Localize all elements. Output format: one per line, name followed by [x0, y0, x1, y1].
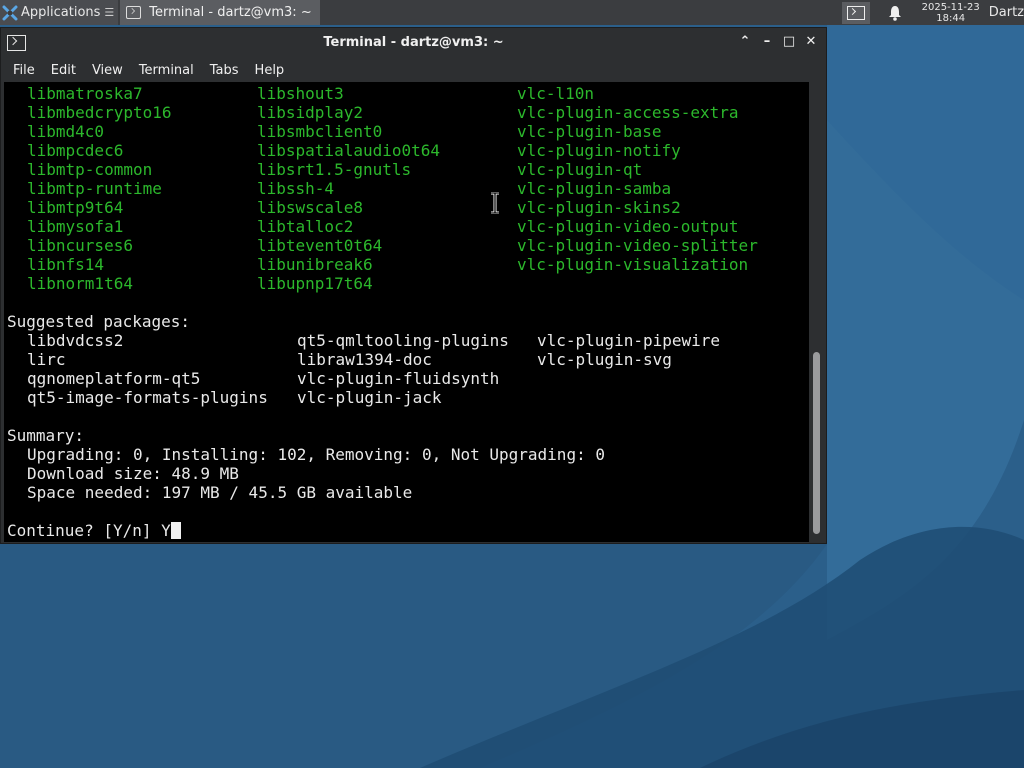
window-titlebar[interactable]: Terminal - dartz@vm3: ~ ⌃ – □ ✕ — [1, 28, 826, 58]
xfce-logo-icon — [2, 5, 18, 20]
applications-menu-button[interactable]: Applications ☰ — [0, 0, 119, 25]
terminal-cursor — [170, 522, 181, 539]
summary-line: Space needed: 197 MB / 45.5 GB available — [27, 483, 413, 502]
suggested-package: libdvdcss2 — [27, 331, 124, 350]
package-name: vlc-l10n — [517, 84, 595, 103]
package-name: vlc-plugin-base — [517, 122, 662, 141]
suggested-package: qt5-qmltooling-plugins — [297, 331, 509, 350]
package-name: libmtp9t64 — [27, 198, 124, 217]
terminal-output[interactable]: libmatroska7 libmbedcrypto16 libmd4c0 libmp… — [4, 82, 809, 542]
package-name: libmtp-runtime — [27, 179, 162, 198]
package-name: vlc-plugin-video-splitter — [517, 236, 758, 255]
menu-view[interactable]: View — [84, 63, 131, 78]
package-name: libtevent0t64 — [257, 236, 383, 255]
package-name: vlc-plugin-notify — [517, 141, 681, 160]
maximize-button[interactable]: □ — [782, 34, 796, 50]
package-name: vlc-plugin-access-extra — [517, 103, 739, 122]
menu-help[interactable]: Help — [247, 63, 293, 78]
suggested-package: vlc-plugin-fluidsynth — [297, 369, 500, 388]
scrollbar-thumb[interactable] — [813, 352, 820, 534]
package-name: vlc-plugin-visualization — [517, 255, 749, 274]
menu-tabs[interactable]: Tabs — [202, 63, 247, 78]
clock[interactable]: 2025-11-23 18:44 — [922, 2, 980, 24]
menu-terminal[interactable]: Terminal — [131, 63, 202, 78]
window-title: Terminal - dartz@vm3: ~ — [323, 35, 504, 50]
package-name: libupnp17t64 — [257, 274, 373, 293]
package-name: libmysofa1 — [27, 217, 124, 236]
package-name: libncurses6 — [27, 236, 133, 255]
package-name: libmbedcrypto16 — [27, 103, 172, 122]
package-name: libnfs14 — [27, 255, 105, 274]
window-shade-button[interactable]: ⌃ — [738, 34, 752, 50]
menu-separator-icon: ☰ — [104, 6, 115, 19]
continue-prompt: Continue? [Y/n] Y — [7, 521, 181, 540]
package-name: libunibreak6 — [257, 255, 373, 274]
menu-bar: File Edit View Terminal Tabs Help — [1, 58, 826, 82]
terminal-icon — [846, 5, 865, 20]
package-name: libsrt1.5-gnutls — [257, 160, 412, 179]
close-button[interactable]: ✕ — [804, 34, 818, 50]
suggested-package: lirc — [27, 350, 66, 369]
package-name: vlc-plugin-qt — [517, 160, 643, 179]
suggested-package: libraw1394-doc — [297, 350, 432, 369]
summary-line: Download size: 48.9 MB — [27, 464, 239, 483]
tray-terminal-launcher[interactable] — [841, 1, 870, 24]
package-name: libmatroska7 — [27, 84, 143, 103]
suggested-package: qgnomeplatform-qt5 — [27, 369, 201, 388]
package-name: libmd4c0 — [27, 122, 105, 141]
package-name: libssh-4 — [257, 179, 335, 198]
user-menu[interactable]: Dartz — [989, 5, 1024, 20]
terminal-icon — [126, 6, 142, 19]
minimize-button[interactable]: – — [760, 34, 774, 50]
package-name: libnorm1t64 — [27, 274, 133, 293]
package-name: libsidplay2 — [257, 103, 363, 122]
package-name: libmpcdec6 — [27, 141, 124, 160]
package-name: libspatialaudio0t64 — [257, 141, 441, 160]
package-name: vlc-plugin-video-output — [517, 217, 739, 236]
menu-edit[interactable]: Edit — [43, 63, 84, 78]
top-panel: Applications ☰ Terminal - dartz@vm3: ~ 2… — [0, 0, 1024, 25]
package-name: libtalloc2 — [257, 217, 354, 236]
package-name: libmtp-common — [27, 160, 153, 179]
suggested-package: vlc-plugin-pipewire — [537, 331, 721, 350]
taskbar-terminal-button[interactable]: Terminal - dartz@vm3: ~ — [120, 0, 320, 25]
notification-bell-icon[interactable] — [888, 5, 902, 21]
suggested-package: vlc-plugin-jack — [297, 388, 442, 407]
package-name: libswscale8 — [257, 198, 363, 217]
scrollbar[interactable] — [810, 82, 824, 542]
package-name: vlc-plugin-skins2 — [517, 198, 681, 217]
clock-date: 2025-11-23 — [921, 1, 980, 13]
summary-line: Upgrading: 0, Installing: 102, Removing:… — [27, 445, 605, 464]
suggested-package: vlc-plugin-svg — [537, 350, 672, 369]
taskbar-terminal-label: Terminal - dartz@vm3: ~ — [149, 5, 312, 20]
package-name: libsmbclient0 — [257, 122, 383, 141]
menu-file[interactable]: File — [5, 63, 43, 78]
suggested-package: qt5-image-formats-plugins — [27, 388, 268, 407]
applications-label: Applications — [21, 5, 101, 20]
package-name: libshout3 — [257, 84, 344, 103]
summary-header: Summary: — [7, 426, 85, 445]
text-cursor-icon — [491, 192, 499, 214]
clock-time: 18:44 — [936, 12, 966, 24]
suggested-header: Suggested packages: — [7, 312, 191, 331]
package-name: vlc-plugin-samba — [517, 179, 672, 198]
terminal-window: Terminal - dartz@vm3: ~ ⌃ – □ ✕ File Edi… — [0, 27, 827, 544]
